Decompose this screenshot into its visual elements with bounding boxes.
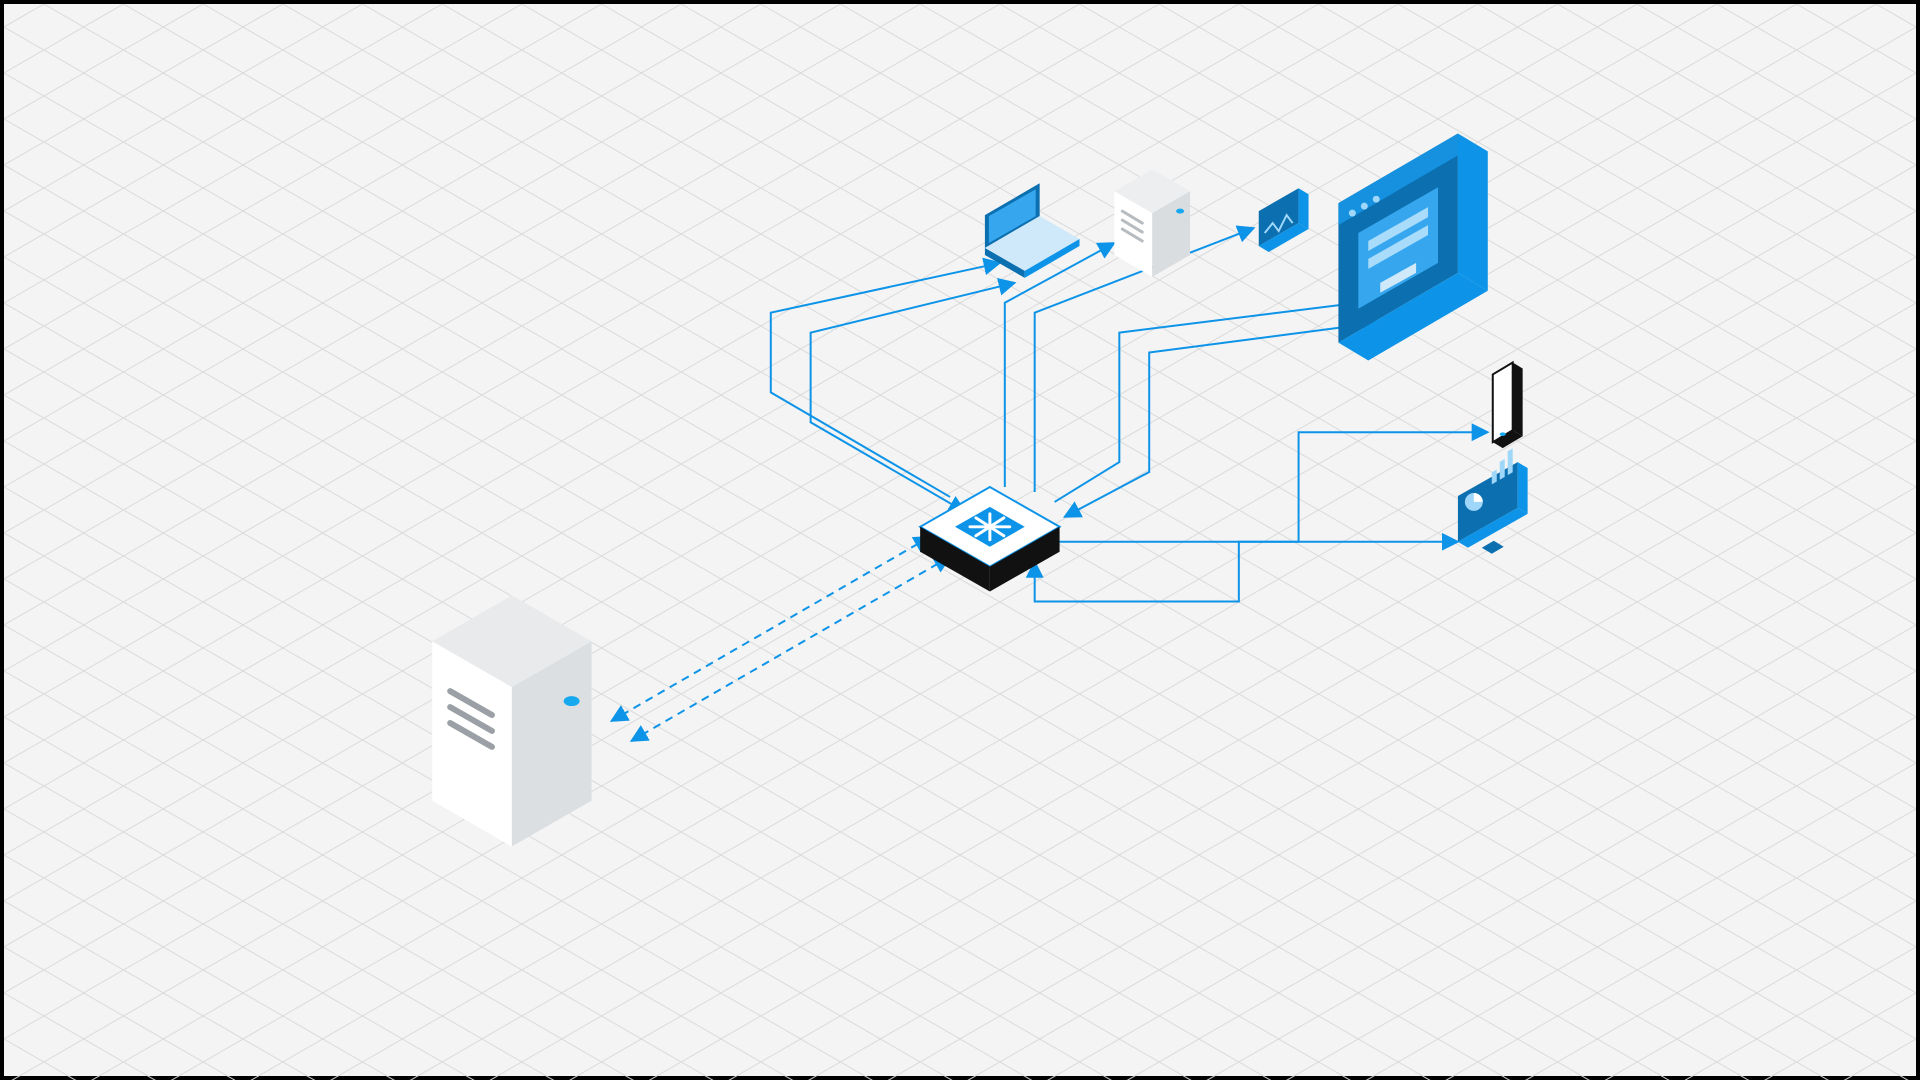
server-large-icon — [432, 596, 591, 847]
diagram-svg — [4, 4, 1916, 1080]
server-small-icon — [1114, 169, 1190, 277]
smartphone-icon — [1493, 363, 1523, 449]
diagram-frame — [0, 0, 1920, 1080]
